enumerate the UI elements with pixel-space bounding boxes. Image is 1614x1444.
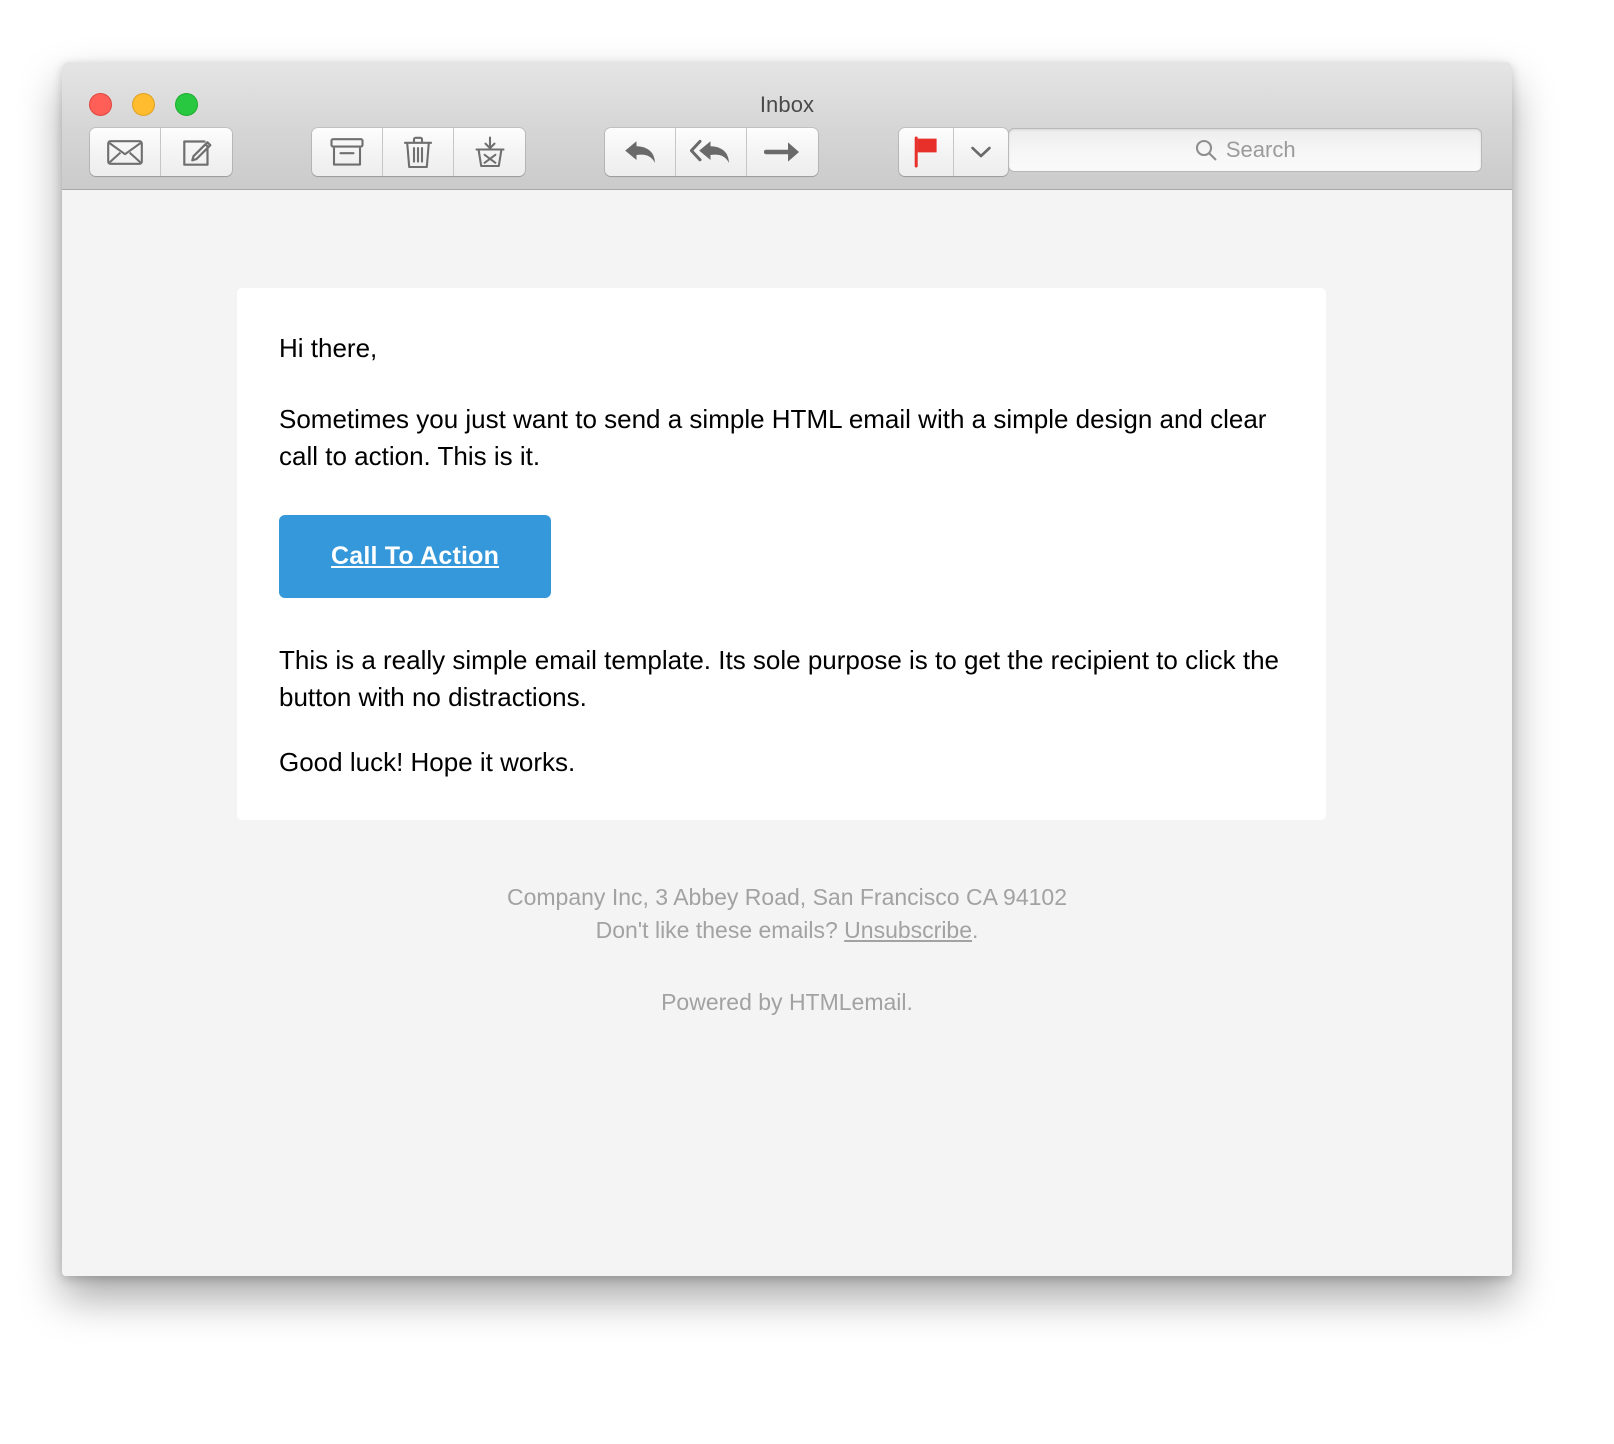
mail-toolbar: Search	[62, 128, 1512, 190]
search-icon	[1195, 139, 1217, 161]
footer-address: Company Inc, 3 Abbey Road, San Francisco…	[507, 884, 1067, 910]
trash-icon	[404, 136, 433, 169]
toolbar-group-filing	[312, 128, 526, 176]
email-paragraph-1: Sometimes you just want to send a simple…	[279, 403, 1267, 471]
unsubscribe-prefix: Don't like these emails?	[595, 916, 845, 943]
flag-options-button[interactable]	[953, 128, 1009, 176]
reply-button[interactable]	[605, 128, 677, 176]
flag-button[interactable]	[898, 128, 954, 176]
email-greeting: Hi there,	[279, 333, 378, 363]
chevron-down-icon	[969, 144, 993, 160]
delete-button[interactable]	[383, 128, 455, 176]
forward-icon	[763, 139, 802, 165]
search-input[interactable]: Search	[1008, 128, 1483, 172]
search-container: Search	[1008, 128, 1483, 172]
compose-icon	[181, 136, 213, 168]
get-mail-button[interactable]	[90, 128, 162, 176]
footer-unsubscribe-line: Don't like these emails? Unsubscribe.	[62, 914, 1512, 947]
mail-window: Inbox Search Hi there, Sometimes you jus…	[62, 62, 1512, 1276]
envelope-icon	[107, 139, 143, 165]
reply-all-icon	[690, 138, 732, 166]
search-placeholder-text: Search	[1225, 137, 1296, 162]
compose-button[interactable]	[161, 128, 233, 176]
flag-icon	[912, 136, 940, 168]
toolbar-group-mail	[90, 128, 233, 176]
call-to-action-button[interactable]: Call To Action	[279, 514, 552, 598]
junk-button[interactable]	[454, 128, 526, 176]
archive-button[interactable]	[312, 128, 384, 176]
email-body: Hi there, Sometimes you just want to sen…	[237, 288, 1326, 780]
toolbar-group-flag	[898, 128, 1009, 176]
email-footer: Company Inc, 3 Abbey Road, San Francisco…	[62, 881, 1512, 1019]
email-paragraph-3: Good luck! Hope it works.	[279, 746, 576, 777]
email-paragraph-2: This is a really simple email template. …	[279, 644, 1279, 712]
window-titlebar: Inbox Search	[62, 62, 1512, 190]
reply-all-button[interactable]	[676, 128, 748, 176]
window-title: Inbox	[759, 92, 815, 117]
toolbar-group-respond	[605, 128, 819, 176]
email-card: Hi there, Sometimes you just want to sen…	[237, 288, 1326, 820]
junk-icon	[473, 135, 507, 169]
forward-button[interactable]	[747, 128, 819, 176]
unsubscribe-link[interactable]: Unsubscribe	[844, 917, 972, 943]
footer-powered-by: Powered by HTMLemail.	[661, 989, 913, 1016]
reply-icon	[622, 138, 658, 166]
message-viewer: Hi there, Sometimes you just want to sen…	[62, 191, 1512, 1276]
archive-icon	[329, 137, 365, 167]
unsubscribe-suffix: .	[972, 916, 979, 943]
